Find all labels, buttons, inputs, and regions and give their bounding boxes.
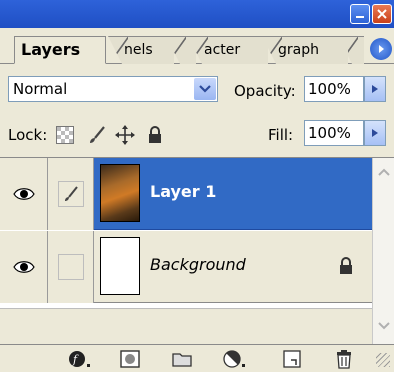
layers-empty-area <box>0 308 372 344</box>
layers-list: Layer 1 Background <box>0 158 372 308</box>
eye-icon <box>12 188 35 200</box>
lock-position-button[interactable] <box>114 124 136 146</box>
play-arrow-icon <box>372 129 378 137</box>
blend-mode-dropdown-button[interactable] <box>194 78 216 100</box>
lock-icon <box>340 257 352 274</box>
layer-link-toggle[interactable] <box>48 158 94 230</box>
layer-name[interactable]: Layer 1 <box>150 182 216 201</box>
panel-menu-button[interactable] <box>370 38 392 60</box>
chevron-up-icon <box>378 168 390 176</box>
new-group-button[interactable] <box>170 348 194 370</box>
layer-style-button[interactable]: f <box>68 348 92 370</box>
adjustment-layer-icon <box>223 350 245 368</box>
lock-label: Lock: <box>8 126 48 144</box>
play-arrow-icon <box>379 45 384 53</box>
opacity-input[interactable]: 100% <box>304 76 364 102</box>
chevron-down-icon <box>199 85 211 93</box>
layer-lock-indicator <box>336 255 356 277</box>
lock-row: Lock: Fill: 100% <box>0 112 394 158</box>
tab-character-label: acter <box>204 42 241 58</box>
layer-thumbnail <box>100 164 140 222</box>
tab-strip: graph acter nels Layers <box>0 28 394 64</box>
adjustment-layer-button[interactable] <box>222 348 246 370</box>
layer-link-toggle[interactable] <box>48 231 94 303</box>
tab-character[interactable]: acter <box>188 36 268 64</box>
opacity-slider-button[interactable] <box>364 76 386 102</box>
close-button[interactable] <box>372 4 392 24</box>
brush-icon <box>64 186 78 201</box>
play-arrow-icon <box>372 85 378 93</box>
layer-row[interactable]: Layer 1 <box>0 158 372 230</box>
delete-layer-button[interactable] <box>332 348 356 370</box>
layers-scrollbar[interactable] <box>372 158 394 344</box>
add-mask-icon <box>120 350 140 368</box>
resize-grip[interactable] <box>376 353 390 367</box>
lock-transparent-icon <box>56 126 74 144</box>
fill-input[interactable]: 100% <box>304 120 364 146</box>
tab-paragraph[interactable]: graph <box>262 36 348 64</box>
new-layer-button[interactable] <box>280 348 304 370</box>
eye-icon <box>12 261 35 273</box>
visibility-toggle[interactable] <box>0 158 48 230</box>
fill-value: 100% <box>308 124 351 142</box>
close-icon <box>377 9 387 19</box>
blend-mode-value: Normal <box>13 80 68 98</box>
add-mask-button[interactable] <box>118 348 142 370</box>
tab-paragraph-label: graph <box>278 42 319 58</box>
trash-icon <box>337 350 351 369</box>
lock-transparent-button[interactable] <box>54 124 76 146</box>
minimize-button[interactable] <box>350 4 370 24</box>
tab-layers[interactable]: Layers <box>14 36 106 64</box>
tab-channels-label: nels <box>124 42 153 58</box>
tab-channels[interactable]: nels <box>108 36 174 64</box>
new-group-icon <box>172 353 192 367</box>
layer-row[interactable]: Background <box>0 231 372 303</box>
new-layer-icon <box>283 350 301 368</box>
layer-style-icon: f <box>69 351 90 367</box>
scroll-down-button[interactable] <box>374 316 394 336</box>
brush-icon <box>90 126 105 143</box>
layer-thumbnail <box>100 237 140 295</box>
opacity-label: Opacity: <box>234 82 296 100</box>
visibility-toggle[interactable] <box>0 231 48 303</box>
lock-icon <box>149 126 161 143</box>
minimize-icon <box>356 16 364 18</box>
lock-all-button[interactable] <box>144 124 166 146</box>
fill-slider-button[interactable] <box>364 120 386 146</box>
move-icon <box>115 125 135 145</box>
blend-row: Normal Opacity: 100% <box>0 64 394 112</box>
lock-image-button[interactable] <box>86 124 108 146</box>
tab-layers-label: Layers <box>21 40 81 59</box>
scroll-up-button[interactable] <box>374 162 394 182</box>
chevron-down-icon <box>378 322 390 330</box>
layer-name[interactable]: Background <box>150 255 246 274</box>
blend-mode-select[interactable]: Normal <box>8 76 218 102</box>
opacity-value: 100% <box>308 80 351 98</box>
panel-title-bar[interactable] <box>0 0 394 28</box>
bottom-toolbar: f <box>0 344 394 372</box>
fill-label: Fill: <box>268 126 294 144</box>
